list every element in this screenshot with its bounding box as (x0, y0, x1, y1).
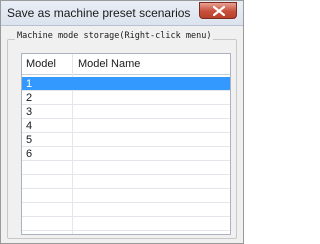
model-cell: 2 (26, 92, 33, 104)
table-row[interactable]: 3 (22, 105, 230, 119)
table-row[interactable] (22, 175, 230, 189)
close-button[interactable] (199, 2, 237, 19)
model-cell: 5 (26, 134, 33, 146)
model-cell: 1 (26, 78, 33, 90)
table-row[interactable]: 2 (22, 91, 230, 105)
title-bar[interactable]: Save as machine preset scenarios (1, 1, 243, 26)
table-row[interactable]: 4 (22, 119, 230, 133)
table-row[interactable] (22, 203, 230, 217)
model-table[interactable]: Model Model Name 1 2 3 4 5 6 (21, 53, 231, 235)
column-header-model-name[interactable]: Model Name (78, 58, 140, 70)
model-cell: 3 (26, 106, 33, 118)
model-cell: 4 (26, 120, 33, 132)
dialog-window: Save as machine preset scenarios Machine… (0, 0, 244, 244)
table-row[interactable] (22, 189, 230, 203)
window-title: Save as machine preset scenarios (7, 6, 191, 20)
table-row[interactable]: 6 (22, 147, 230, 161)
table-row[interactable] (22, 217, 230, 231)
model-cell: 6 (26, 148, 33, 160)
table-row[interactable]: 5 (22, 133, 230, 147)
table-row[interactable]: 1 (22, 77, 230, 91)
table-header: Model Model Name (22, 54, 230, 75)
column-header-model[interactable]: Model (26, 58, 56, 70)
close-icon (213, 6, 225, 16)
group-label: Machine mode storage(Right-click menu) (15, 31, 214, 41)
table-row[interactable] (22, 161, 230, 175)
